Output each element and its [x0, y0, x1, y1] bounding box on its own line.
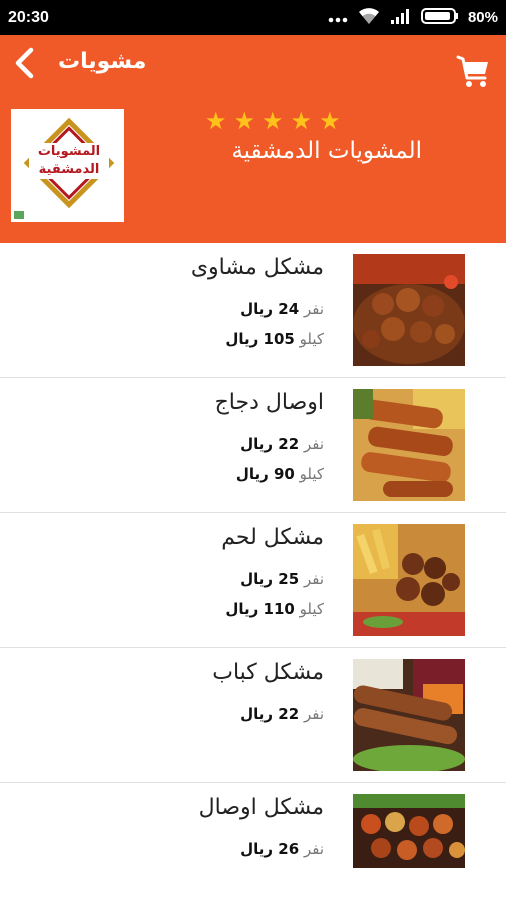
menu-item[interactable]: مشكل كباب نفر 22 ريال [0, 648, 506, 783]
price-unit: كيلو [299, 600, 324, 618]
food-photo [353, 389, 465, 501]
item-name: مشكل لحم [221, 525, 324, 550]
price-unit: نفر [303, 705, 324, 723]
food-photo [353, 254, 465, 366]
price-amount: 22 ريال [240, 705, 300, 723]
item-name: مشكل كباب [212, 660, 324, 685]
price-per-kilo: كيلو 105 ريال [225, 330, 324, 348]
menu-list: مشكل مشاوى نفر 24 ريال كيلو 105 ريال اوص… [0, 243, 506, 900]
price-per-person: نفر 26 ريال [240, 840, 324, 858]
price-per-kilo: كيلو 90 ريال [236, 465, 324, 483]
price-per-person: نفر 22 ريال [240, 435, 324, 453]
price-per-person: نفر 25 ريال [240, 570, 324, 588]
status-bar: 20:30 80% [0, 0, 506, 35]
restaurant-name: المشويات الدمشقية [231, 138, 422, 164]
price-amount: 24 ريال [240, 300, 300, 318]
battery-icon [420, 7, 459, 29]
price-per-person: نفر 22 ريال [240, 705, 324, 723]
restaurant-logo: المشويات الدمشقية [11, 109, 124, 222]
price-per-person: نفر 24 ريال [240, 300, 324, 318]
price-unit: كيلو [299, 330, 324, 348]
back-button[interactable] [6, 45, 42, 85]
menu-item[interactable]: اوصال دجاج نفر 22 ريال كيلو 90 ريال [0, 378, 506, 513]
price-per-kilo: كيلو 110 ريال [225, 600, 324, 618]
item-name: مشكل مشاوى [190, 255, 324, 280]
star-icon: ★ [233, 107, 256, 135]
price-unit: نفر [303, 435, 324, 453]
more-dots-icon [328, 8, 348, 27]
food-photo [353, 794, 465, 868]
price-amount: 110 ريال [225, 600, 295, 618]
shopping-cart-icon [454, 55, 492, 95]
price-unit: نفر [303, 840, 324, 858]
page-title: مشويات [58, 49, 147, 74]
logo-text: المشويات الدمشقية [29, 143, 109, 179]
menu-item[interactable]: مشكل مشاوى نفر 24 ريال كيلو 105 ريال [0, 243, 506, 378]
price-amount: 22 ريال [240, 435, 300, 453]
chevron-left-icon [12, 46, 36, 84]
item-name: مشكل اوصال [198, 795, 324, 820]
price-unit: كيلو [299, 465, 324, 483]
menu-item[interactable]: مشكل لحم نفر 25 ريال كيلو 110 ريال [0, 513, 506, 648]
wifi-icon [357, 7, 381, 29]
signal-icon [390, 7, 412, 29]
star-icon: ★ [319, 107, 341, 135]
price-unit: نفر [303, 300, 324, 318]
star-icon: ★ [205, 107, 227, 135]
restaurant-header: مشويات ★ ★ ★ ★ ★ المشويات الدمشقية المشو… [0, 35, 506, 243]
food-photo [353, 659, 465, 771]
cart-button[interactable] [454, 51, 492, 91]
price-amount: 25 ريال [240, 570, 300, 588]
price-amount: 26 ريال [240, 840, 300, 858]
food-photo [353, 524, 465, 636]
menu-item[interactable]: مشكل اوصال نفر 26 ريال [0, 783, 506, 900]
price-amount: 105 ريال [225, 330, 295, 348]
item-name: اوصال دجاج [214, 390, 324, 415]
logo-badge [14, 211, 24, 219]
status-time: 20:30 [8, 8, 49, 26]
star-icon: ★ [262, 107, 284, 135]
battery-percent: 80% [467, 9, 498, 26]
rating-stars: ★ ★ ★ ★ ★ [205, 109, 341, 133]
status-icons: 80% [328, 7, 498, 29]
star-icon: ★ [290, 107, 313, 135]
price-amount: 90 ريال [235, 465, 295, 483]
price-unit: نفر [303, 570, 324, 588]
